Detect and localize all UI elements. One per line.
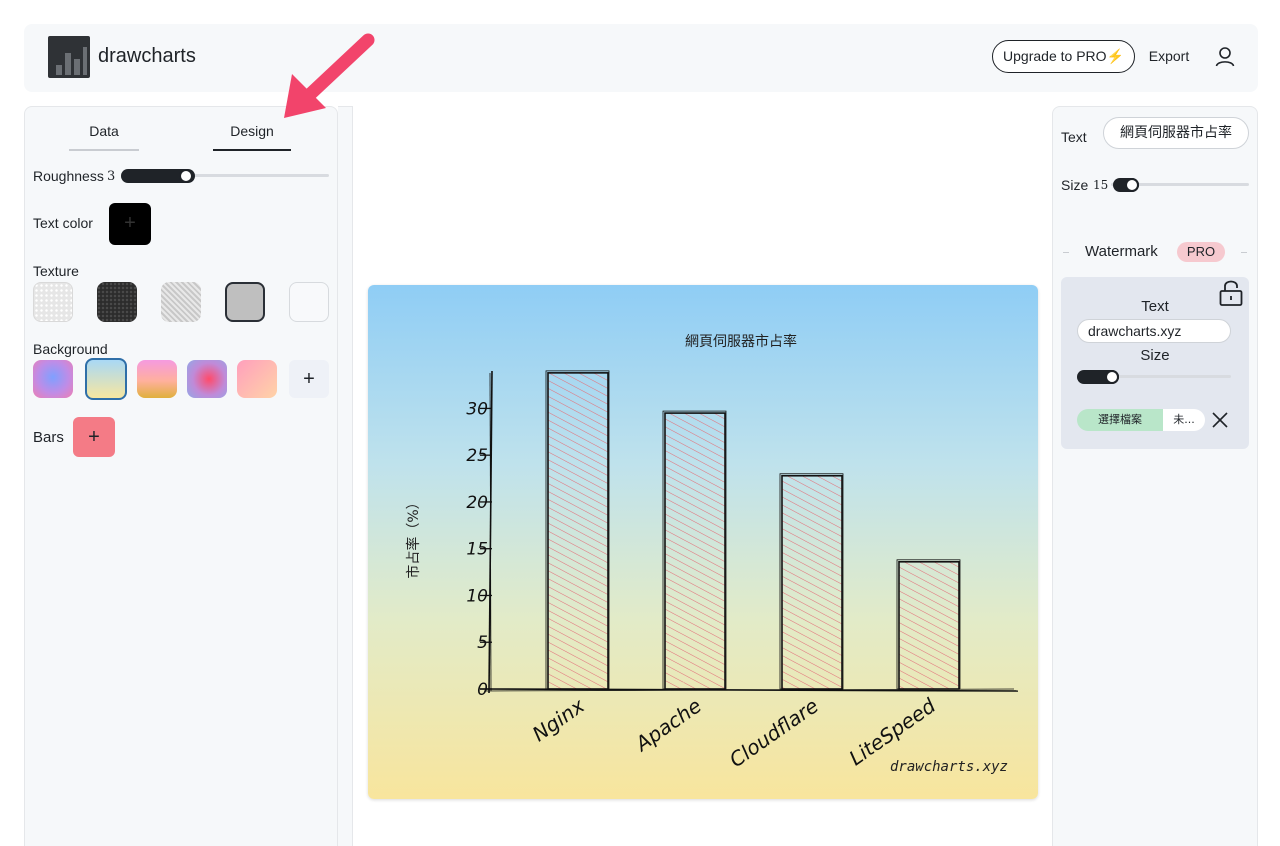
lightning-icon: ⚡ xyxy=(1106,48,1124,64)
size-label: Size xyxy=(1061,177,1089,193)
texture-option-dark[interactable] xyxy=(97,282,137,322)
y-tick-label: 25 xyxy=(466,446,488,466)
selected-file-name: 未... xyxy=(1163,409,1205,431)
design-panel: Data Design Roughness 3 Text color + Tex… xyxy=(24,106,338,846)
drawcharts-logo[interactable] xyxy=(48,36,90,78)
tab-data[interactable]: Data xyxy=(69,123,139,151)
bar-chart: 網頁伺服器市占率 市占率（%） 0 5 10 15 20 25 30 Nginx Apache… xyxy=(405,333,1019,775)
watermark-settings-locked: Text drawcharts.xyz Size 選擇檔案 未... xyxy=(1061,277,1249,449)
background-label: Background xyxy=(33,341,108,357)
roughness-label: Roughness xyxy=(33,168,104,184)
bar-rect xyxy=(664,412,726,690)
top-header: drawcharts Upgrade to PRO⚡ Export xyxy=(24,24,1258,92)
bar-rect xyxy=(547,372,609,690)
background-option-pink-gold[interactable] xyxy=(137,360,177,398)
x-tick-label: Apache xyxy=(629,693,706,757)
bar-color-button[interactable]: + xyxy=(73,417,115,457)
bars-label: Bars xyxy=(33,429,64,446)
texture-label: Texture xyxy=(33,263,79,279)
chart-title-input[interactable]: 網頁伺服器市占率 xyxy=(1103,117,1249,149)
add-icon: + xyxy=(124,212,136,234)
watermark-divider-right xyxy=(1241,252,1247,253)
chart-canvas: 網頁伺服器市占率 市占率（%） 0 5 10 15 20 25 30 Nginx Apache… xyxy=(368,285,1038,799)
background-option-purple[interactable] xyxy=(33,360,73,398)
close-icon[interactable] xyxy=(1211,411,1229,429)
text-color-swatch[interactable]: + xyxy=(109,203,151,245)
text-size-slider[interactable] xyxy=(1111,175,1251,193)
panel-divider xyxy=(338,106,353,846)
y-tick-label: 30 xyxy=(466,399,488,419)
watermark-divider-left xyxy=(1063,252,1069,253)
background-option-blue-red[interactable] xyxy=(187,360,227,398)
y-tick-label: 0 xyxy=(477,680,488,700)
annotation-arrow xyxy=(284,33,375,118)
brand-name[interactable]: drawcharts xyxy=(98,45,196,68)
y-axis-label: 市占率（%） xyxy=(405,495,422,578)
bar-rect xyxy=(898,560,960,690)
texture-option-gray[interactable] xyxy=(225,282,265,322)
export-button[interactable]: Export xyxy=(1140,40,1198,73)
text-settings-panel: Text 網頁伺服器市占率 Size 15 Watermark PRO Text… xyxy=(1052,106,1258,846)
watermark-size-label: Size xyxy=(1140,347,1170,364)
text-color-label: Text color xyxy=(33,215,93,231)
y-tick-label: 20 xyxy=(466,493,488,513)
x-tick-label: Nginx xyxy=(528,693,589,746)
upgrade-to-pro-button[interactable]: Upgrade to PRO⚡ xyxy=(992,40,1135,73)
choose-file-button[interactable]: 選擇檔案 xyxy=(1077,409,1163,431)
pro-badge: PRO xyxy=(1177,242,1225,262)
size-value: 15 xyxy=(1093,178,1109,192)
y-tick-label: 15 xyxy=(466,540,488,560)
bar-rect xyxy=(781,474,843,690)
bar-litespeed[interactable] xyxy=(896,559,961,690)
chart-watermark: drawcharts.xyz xyxy=(890,759,1008,775)
watermark-title: Watermark xyxy=(1085,243,1158,260)
chart-title: 網頁伺服器市占率 xyxy=(685,333,797,350)
user-account-button[interactable] xyxy=(1208,41,1242,73)
y-tick-label: 10 xyxy=(466,586,488,606)
bar-apache[interactable] xyxy=(662,410,727,690)
watermark-text-input[interactable]: drawcharts.xyz xyxy=(1077,319,1231,343)
y-tick-label: 5 xyxy=(477,633,488,653)
bar-nginx[interactable] xyxy=(545,370,610,690)
bar-cloudflare[interactable] xyxy=(779,473,844,690)
x-tick-label: Cloudflare xyxy=(725,693,823,772)
texture-option-crumpled[interactable] xyxy=(161,282,201,322)
background-option-sky-sand[interactable] xyxy=(85,358,127,400)
text-label: Text xyxy=(1061,129,1087,145)
watermark-size-slider[interactable] xyxy=(1077,367,1233,385)
texture-option-light-paper[interactable] xyxy=(33,282,73,322)
roughness-slider[interactable] xyxy=(121,167,331,185)
roughness-value: 3 xyxy=(107,169,116,184)
background-option-peach[interactable] xyxy=(237,360,277,398)
add-background-button[interactable]: + xyxy=(289,360,329,398)
texture-option-none[interactable] xyxy=(289,282,329,322)
upgrade-label: Upgrade to PRO xyxy=(1003,48,1107,64)
user-icon xyxy=(1215,47,1235,67)
watermark-text-label: Text xyxy=(1141,298,1169,315)
